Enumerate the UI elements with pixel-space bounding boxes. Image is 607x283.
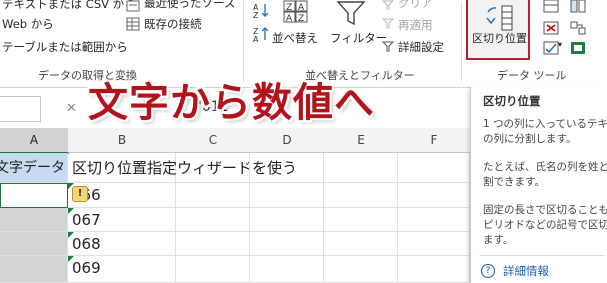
recent-sources-button[interactable]: 最近使ったソース: [144, 0, 235, 11]
cell-a1[interactable]: 文字データ: [0, 153, 68, 183]
reapply-button[interactable]: 再適用: [398, 17, 433, 33]
error-indicator: [68, 232, 74, 238]
overlay-title: 文字から数値へ: [88, 80, 375, 126]
name-box[interactable]: [0, 96, 41, 122]
filter-button[interactable]: フィルター: [330, 30, 387, 46]
empty-cell[interactable]: [250, 208, 324, 232]
help-icon[interactable]: ?: [481, 264, 495, 278]
column-header-e[interactable]: E: [324, 128, 399, 153]
column-header-b[interactable]: B: [68, 128, 177, 153]
cell-b3-text: 067: [72, 211, 101, 229]
empty-cell[interactable]: [176, 183, 250, 208]
clear-button[interactable]: クリア: [398, 0, 433, 11]
svg-text:Z: Z: [298, 14, 304, 24]
cell-b4-text: 068: [72, 235, 101, 253]
empty-cell[interactable]: [398, 183, 470, 208]
sort-za-icon[interactable]: ZA: [252, 26, 270, 46]
cell-e1[interactable]: [324, 153, 398, 183]
warning-icon[interactable]: !: [72, 186, 88, 202]
from-text-csv-button[interactable]: テキストまたは CSV から: [2, 0, 136, 12]
empty-cell[interactable]: [250, 256, 324, 283]
tooltip-text: 固定の長さで区切ることも、: [483, 204, 607, 216]
tooltip-text: ます。: [483, 234, 514, 246]
filter-funnel-icon[interactable]: [336, 0, 366, 30]
dropdown-chevron-icon[interactable]: ▾: [558, 40, 562, 49]
empty-cell[interactable]: [398, 232, 470, 256]
empty-cell[interactable]: [324, 208, 398, 232]
formula-cancel-icon[interactable]: ✕: [66, 101, 77, 116]
tooltip-text: 割できます。: [483, 176, 545, 188]
column-header-c[interactable]: C: [176, 128, 251, 153]
spreadsheet-grid[interactable]: A B C D E F 文字データ 区切り位置指定ウィザードを使う 066 ! …: [0, 128, 471, 283]
consolidate-icon[interactable]: [570, 0, 586, 17]
from-web-button[interactable]: Web から: [2, 16, 54, 32]
text-to-columns-label: 区切り位置: [472, 32, 527, 45]
text-to-columns-button[interactable]: 区切り位置: [466, 0, 530, 60]
cell-b5[interactable]: 069: [68, 256, 176, 283]
cell-a3[interactable]: [0, 208, 68, 232]
tooltip-text: 1 つの列に入っているテキスト: [483, 118, 607, 130]
cell-c1[interactable]: [176, 153, 250, 183]
column-header-f[interactable]: F: [398, 128, 471, 153]
empty-cell[interactable]: [324, 256, 398, 283]
cell-b1[interactable]: 区切り位置指定ウィザードを使う: [68, 153, 297, 183]
empty-cell[interactable]: [176, 232, 250, 256]
tooltip-panel: 区切り位置 1 つの列に入っているテキスト の列に分割します。 たとえば、氏名の…: [470, 87, 607, 283]
tooltip-title: 区切り位置: [483, 94, 541, 108]
sort-az-icon[interactable]: AZ: [252, 2, 270, 22]
reapply-icon: [381, 16, 395, 35]
tooltip-text: の列に分割します。: [483, 133, 577, 145]
cell-b3[interactable]: 067: [68, 208, 176, 232]
clear-icon: [381, 0, 395, 15]
svg-text:Z: Z: [253, 11, 259, 18]
empty-cell[interactable]: [324, 232, 398, 256]
cell-f1[interactable]: [398, 153, 470, 183]
tooltip-text: ピリオドなどの記号で区切るこ: [483, 219, 607, 231]
tooltip-divider: [479, 255, 605, 256]
flash-fill-icon[interactable]: [543, 0, 559, 17]
existing-connections-button[interactable]: 既存の接続: [144, 16, 202, 32]
data-model-icon[interactable]: [570, 40, 586, 59]
error-indicator: [68, 256, 74, 262]
empty-cell[interactable]: [176, 208, 250, 232]
cell-b4[interactable]: 068: [68, 232, 176, 256]
relationships-icon[interactable]: [570, 20, 586, 39]
from-table-button[interactable]: テーブルまたは範囲から: [2, 39, 128, 55]
group-separator: [461, 2, 462, 82]
data-validation-icon[interactable]: [543, 40, 559, 59]
error-indicator: [68, 208, 74, 214]
sort-dialog-icon[interactable]: ZAAZ: [283, 0, 309, 28]
empty-cell[interactable]: [398, 208, 470, 232]
empty-cell[interactable]: [398, 256, 470, 283]
advanced-button[interactable]: 詳細設定: [398, 39, 444, 55]
sort-button[interactable]: 並べ替え: [272, 30, 318, 46]
svg-text:A: A: [253, 35, 259, 42]
cell-a1-text: 文字データ: [0, 160, 65, 176]
group-label-data-tools: データ ツール: [497, 69, 567, 82]
remove-duplicates-icon[interactable]: [543, 20, 559, 39]
column-header-a[interactable]: A: [0, 128, 69, 154]
empty-cell[interactable]: [324, 183, 398, 208]
cell-b5-text: 069: [72, 259, 101, 277]
warning-icon-glyph: !: [77, 188, 83, 199]
recent-sources-icon: [126, 0, 140, 16]
cell-a5[interactable]: [0, 256, 68, 283]
cell-d1[interactable]: [250, 153, 324, 183]
tooltip-text: たとえば、氏名の列を姓と名: [483, 161, 607, 173]
advanced-filter-icon: [381, 39, 395, 58]
existing-connections-icon: [126, 16, 140, 35]
column-header-d[interactable]: D: [250, 128, 325, 153]
cell-a2[interactable]: [0, 183, 68, 208]
svg-text:A: A: [286, 14, 293, 24]
empty-cell[interactable]: [176, 256, 250, 283]
empty-cell[interactable]: [250, 183, 324, 208]
more-info-link[interactable]: 詳細情報: [503, 263, 549, 279]
cell-a4[interactable]: [0, 232, 68, 256]
empty-cell[interactable]: [250, 232, 324, 256]
